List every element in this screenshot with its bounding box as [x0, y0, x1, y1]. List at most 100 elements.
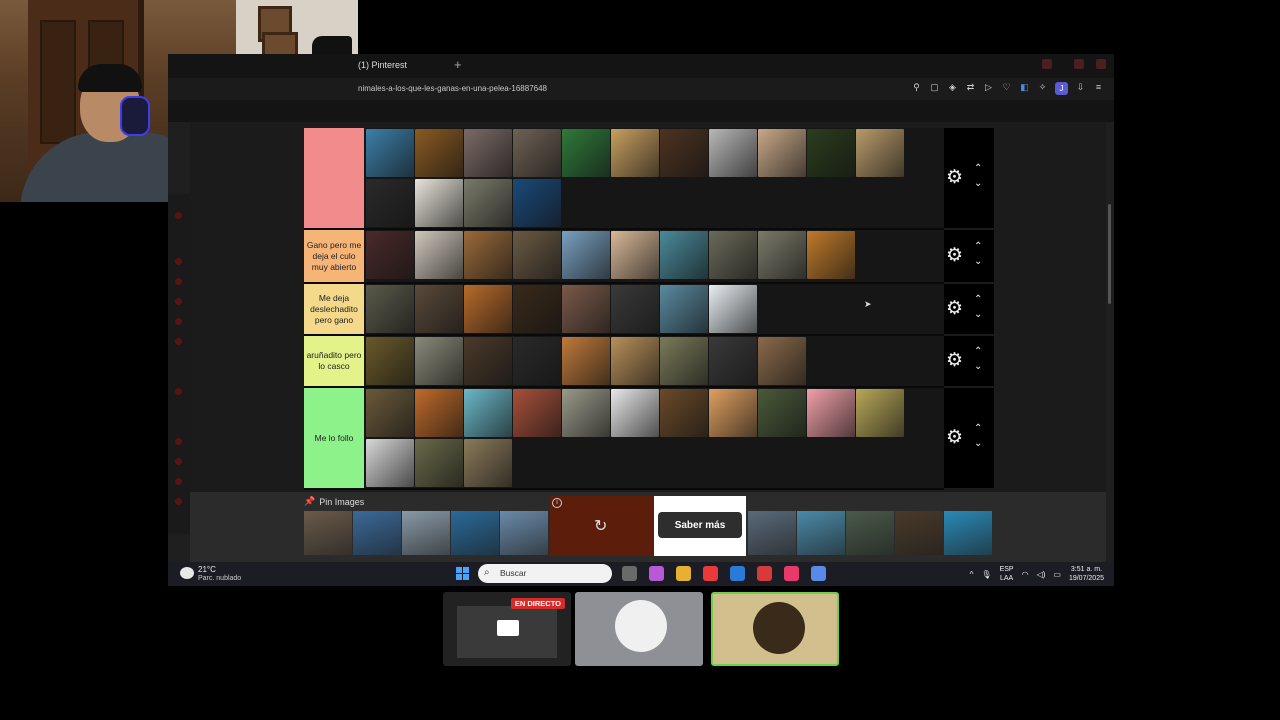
crop-icon[interactable]: ▢ — [929, 82, 940, 93]
ad-panel[interactable]: i ↻ Saber más — [550, 496, 746, 556]
pin-icon[interactable]: ⚲ — [911, 82, 922, 93]
participant-live-screen[interactable]: EN DIRECTO — [443, 592, 571, 666]
tier-item-image[interactable] — [758, 129, 806, 177]
pin-image[interactable] — [304, 511, 352, 555]
tier-item-image[interactable] — [366, 337, 414, 385]
pin-image[interactable] — [895, 511, 943, 555]
pin-image[interactable] — [748, 511, 796, 555]
tier-item-image[interactable] — [513, 231, 561, 279]
windows-start-icon[interactable] — [456, 567, 469, 580]
tier-item-image[interactable] — [513, 285, 561, 333]
tier-item-image[interactable] — [758, 389, 806, 437]
sidebar-item[interactable] — [175, 298, 182, 305]
tier-item-image[interactable] — [415, 129, 463, 177]
sidebar-item[interactable] — [175, 478, 182, 485]
translate-icon[interactable]: ⇄ — [965, 82, 976, 93]
tier-label[interactable] — [304, 128, 364, 228]
replay-icon[interactable]: ↻ — [594, 516, 607, 536]
extension-icon[interactable]: ◧ — [1019, 82, 1030, 93]
tier-item-image[interactable] — [415, 231, 463, 279]
tier-item-image[interactable] — [807, 231, 855, 279]
clock[interactable]: 3:51 a. m. 19/07/2025 — [1069, 565, 1104, 583]
tier-item-image[interactable] — [709, 129, 757, 177]
tier-item-image[interactable] — [660, 389, 708, 437]
maximize-icon[interactable] — [1074, 59, 1084, 69]
tier-item-image[interactable] — [660, 129, 708, 177]
pin-image[interactable] — [846, 511, 894, 555]
tier-item-image[interactable] — [464, 337, 512, 385]
page-scrollbar[interactable] — [1108, 204, 1111, 304]
move-down-icon[interactable]: ⌄ — [974, 310, 982, 320]
move-down-icon[interactable]: ⌄ — [974, 362, 982, 372]
tier-item-image[interactable] — [660, 231, 708, 279]
pin-image[interactable] — [797, 511, 845, 555]
move-up-icon[interactable]: ⌃ — [974, 295, 982, 305]
tier-item-image[interactable] — [709, 231, 757, 279]
tier-item-image[interactable] — [415, 337, 463, 385]
tier-item-image[interactable] — [366, 285, 414, 333]
weather-description[interactable]: Parc. nublado — [198, 575, 241, 582]
address-bar[interactable]: nimales-a-los-que-les-ganas-en-una-pelea… — [168, 78, 1114, 100]
move-down-icon[interactable]: ⌄ — [974, 179, 982, 189]
url-text[interactable]: nimales-a-los-que-les-ganas-en-una-pelea… — [358, 84, 547, 93]
tier-item-image[interactable] — [366, 389, 414, 437]
taskbar-app-icon[interactable] — [784, 566, 799, 581]
tier-item-image[interactable] — [856, 129, 904, 177]
taskbar-app-icon[interactable] — [622, 566, 637, 581]
shield-icon[interactable]: ◈ — [947, 82, 958, 93]
tier-item-image[interactable] — [611, 129, 659, 177]
sidebar-item[interactable] — [175, 278, 182, 285]
battery-icon[interactable]: ▭ — [1053, 570, 1061, 579]
gear-icon[interactable]: ⚙ — [946, 299, 963, 318]
tier-item-image[interactable] — [464, 439, 512, 487]
sidebar-item[interactable] — [175, 338, 182, 345]
pin-image[interactable] — [451, 511, 499, 555]
taskbar-search-input[interactable]: ⌕ Buscar — [478, 564, 612, 583]
profile-avatar[interactable]: J — [1055, 82, 1068, 95]
tier-item-image[interactable] — [660, 337, 708, 385]
weather-temperature[interactable]: 21°C — [198, 565, 216, 574]
sidebar-item[interactable] — [175, 388, 182, 395]
tier-label[interactable]: aruñadito pero lo casco — [304, 336, 364, 386]
tier-item-image[interactable] — [415, 179, 463, 227]
participant-avatar-tile-active[interactable] — [711, 592, 839, 666]
move-up-icon[interactable]: ⌃ — [974, 424, 982, 434]
sidebar-item[interactable] — [175, 458, 182, 465]
tier-item-image[interactable] — [464, 285, 512, 333]
taskbar-app-icon[interactable] — [757, 566, 772, 581]
tier-item-image[interactable] — [709, 389, 757, 437]
taskbar-app-icon[interactable] — [676, 566, 691, 581]
minimize-icon[interactable] — [1042, 59, 1052, 69]
play-icon[interactable]: ▷ — [983, 82, 994, 93]
tier-item-image[interactable] — [415, 439, 463, 487]
tier-item-image[interactable] — [464, 179, 512, 227]
gear-icon[interactable]: ⚙ — [946, 428, 963, 447]
participant-avatar-tile[interactable] — [575, 592, 703, 666]
learn-more-button[interactable]: Saber más — [658, 512, 742, 538]
tier-item-image[interactable] — [366, 129, 414, 177]
tier-item-image[interactable] — [513, 179, 561, 227]
tier-item-image[interactable] — [415, 285, 463, 333]
taskbar-app-icon[interactable] — [730, 566, 745, 581]
volume-icon[interactable]: ◁) — [1037, 570, 1046, 579]
tier-item-image[interactable] — [856, 389, 904, 437]
move-up-icon[interactable]: ⌃ — [974, 164, 982, 174]
tier-item-image[interactable] — [366, 439, 414, 487]
browser-tab[interactable]: (1) Pinterest — [358, 60, 407, 70]
tier-item-image[interactable] — [611, 231, 659, 279]
tier-item-image[interactable] — [611, 337, 659, 385]
tier-label[interactable]: Me deja deslechadito pero gano — [304, 284, 364, 334]
pin-image[interactable] — [500, 511, 548, 555]
tier-item-image[interactable] — [562, 389, 610, 437]
menu-icon[interactable]: ≡ — [1093, 82, 1104, 93]
tier-item-image[interactable] — [758, 231, 806, 279]
tier-label[interactable]: Gano pero me deja el culo muy abierto — [304, 230, 364, 282]
tier-item-image[interactable] — [464, 389, 512, 437]
tier-item-image[interactable] — [807, 129, 855, 177]
tier-item-image[interactable] — [611, 285, 659, 333]
tier-label[interactable]: Me lo follo — [304, 388, 364, 488]
pin-image[interactable] — [402, 511, 450, 555]
tier-item-image[interactable] — [807, 389, 855, 437]
tier-item-image[interactable] — [562, 231, 610, 279]
download-icon[interactable]: ⇩ — [1075, 82, 1086, 93]
